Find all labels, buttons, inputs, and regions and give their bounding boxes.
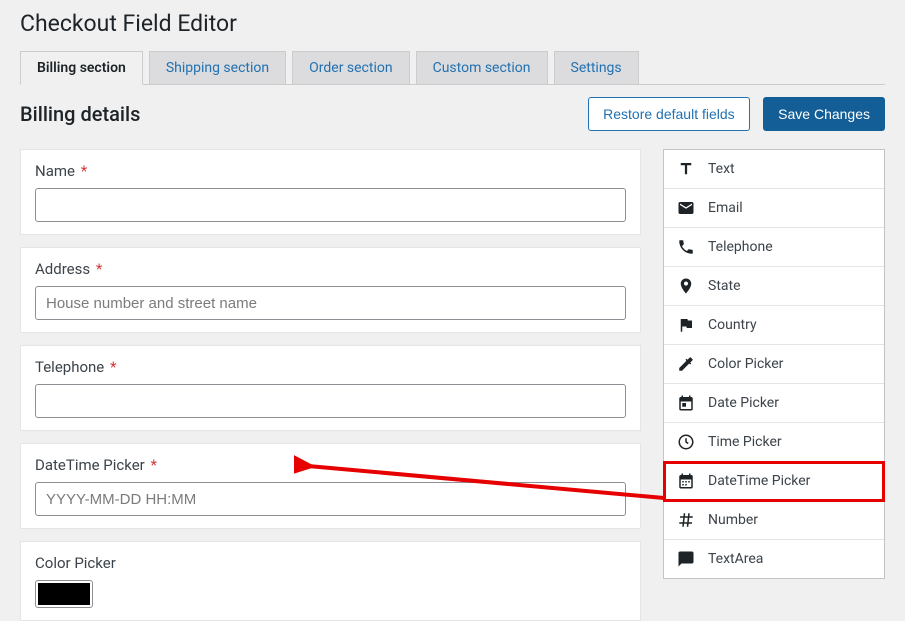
field-label: Address * — [35, 260, 626, 278]
text-icon — [676, 160, 696, 178]
section-title: Billing details — [20, 102, 140, 126]
sidebar-item-label: State — [708, 278, 741, 294]
sidebar-item-country[interactable]: Country — [664, 306, 884, 345]
required-marker: * — [96, 260, 102, 278]
telephone-input[interactable] — [35, 384, 626, 418]
sidebar-item-state[interactable]: State — [664, 267, 884, 306]
sidebar-item-email[interactable]: Email — [664, 189, 884, 228]
field-label: Name * — [35, 162, 626, 180]
calendar-icon — [676, 472, 696, 490]
tab-order[interactable]: Order section — [292, 51, 409, 84]
tab-settings[interactable]: Settings — [554, 51, 639, 84]
field-types-list: Text Email Telephone State — [663, 149, 885, 579]
sidebar-item-label: Time Picker — [708, 434, 782, 450]
field-datetime[interactable]: DateTime Picker * — [20, 443, 641, 529]
field-colorpicker[interactable]: Color Picker — [20, 541, 641, 621]
field-name[interactable]: Name * — [20, 149, 641, 235]
restore-button[interactable]: Restore default fields — [588, 97, 750, 131]
tab-shipping[interactable]: Shipping section — [149, 51, 286, 84]
clock-icon — [676, 433, 696, 451]
color-swatch[interactable] — [35, 580, 93, 608]
email-icon — [676, 199, 696, 217]
pin-icon — [676, 277, 696, 295]
required-marker: * — [110, 358, 116, 376]
sidebar-item-label: Country — [708, 317, 757, 333]
tabs-container: Billing section Shipping section Order s… — [20, 51, 885, 85]
sidebar-item-label: TextArea — [708, 551, 763, 567]
sidebar-item-telephone[interactable]: Telephone — [664, 228, 884, 267]
name-input[interactable] — [35, 188, 626, 222]
sidebar-item-label: DateTime Picker — [708, 473, 810, 489]
sidebar-item-label: Date Picker — [708, 395, 779, 411]
sidebar-item-textarea[interactable]: TextArea — [664, 540, 884, 578]
hash-icon — [676, 511, 696, 529]
calendar-icon — [676, 394, 696, 412]
field-label: Telephone * — [35, 358, 626, 376]
sidebar-item-label: Text — [708, 161, 735, 177]
field-address[interactable]: Address * — [20, 247, 641, 333]
telephone-icon — [676, 238, 696, 256]
tab-custom[interactable]: Custom section — [416, 51, 548, 84]
action-buttons: Restore default fields Save Changes — [588, 97, 885, 131]
field-label: DateTime Picker * — [35, 456, 626, 474]
eyedropper-icon — [676, 355, 696, 373]
comment-icon — [676, 550, 696, 568]
required-marker: * — [81, 162, 87, 180]
sidebar-item-text[interactable]: Text — [664, 150, 884, 189]
tab-billing[interactable]: Billing section — [20, 51, 143, 85]
sidebar-item-colorpicker[interactable]: Color Picker — [664, 345, 884, 384]
required-marker: * — [150, 456, 156, 474]
sidebar-item-datetimepicker[interactable]: DateTime Picker — [664, 462, 884, 501]
field-telephone[interactable]: Telephone * — [20, 345, 641, 431]
sidebar-item-label: Color Picker — [708, 356, 783, 372]
page-title: Checkout Field Editor — [20, 10, 885, 37]
color-swatch-value — [38, 583, 90, 605]
field-label: Color Picker — [35, 554, 626, 572]
sidebar-item-label: Email — [708, 200, 743, 216]
sidebar-item-datepicker[interactable]: Date Picker — [664, 384, 884, 423]
datetime-input[interactable] — [35, 482, 626, 516]
sidebar-item-label: Number — [708, 512, 758, 528]
save-button[interactable]: Save Changes — [763, 97, 885, 131]
sidebar-item-label: Telephone — [708, 239, 773, 255]
sidebar-item-number[interactable]: Number — [664, 501, 884, 540]
layout: Name * Address * Telephone * DateTime Pi… — [20, 149, 885, 621]
form-column: Name * Address * Telephone * DateTime Pi… — [20, 149, 641, 621]
field-types-column: Text Email Telephone State — [663, 149, 885, 621]
subheader: Billing details Restore default fields S… — [20, 97, 885, 131]
address-input[interactable] — [35, 286, 626, 320]
flag-icon — [676, 316, 696, 334]
sidebar-item-timepicker[interactable]: Time Picker — [664, 423, 884, 462]
